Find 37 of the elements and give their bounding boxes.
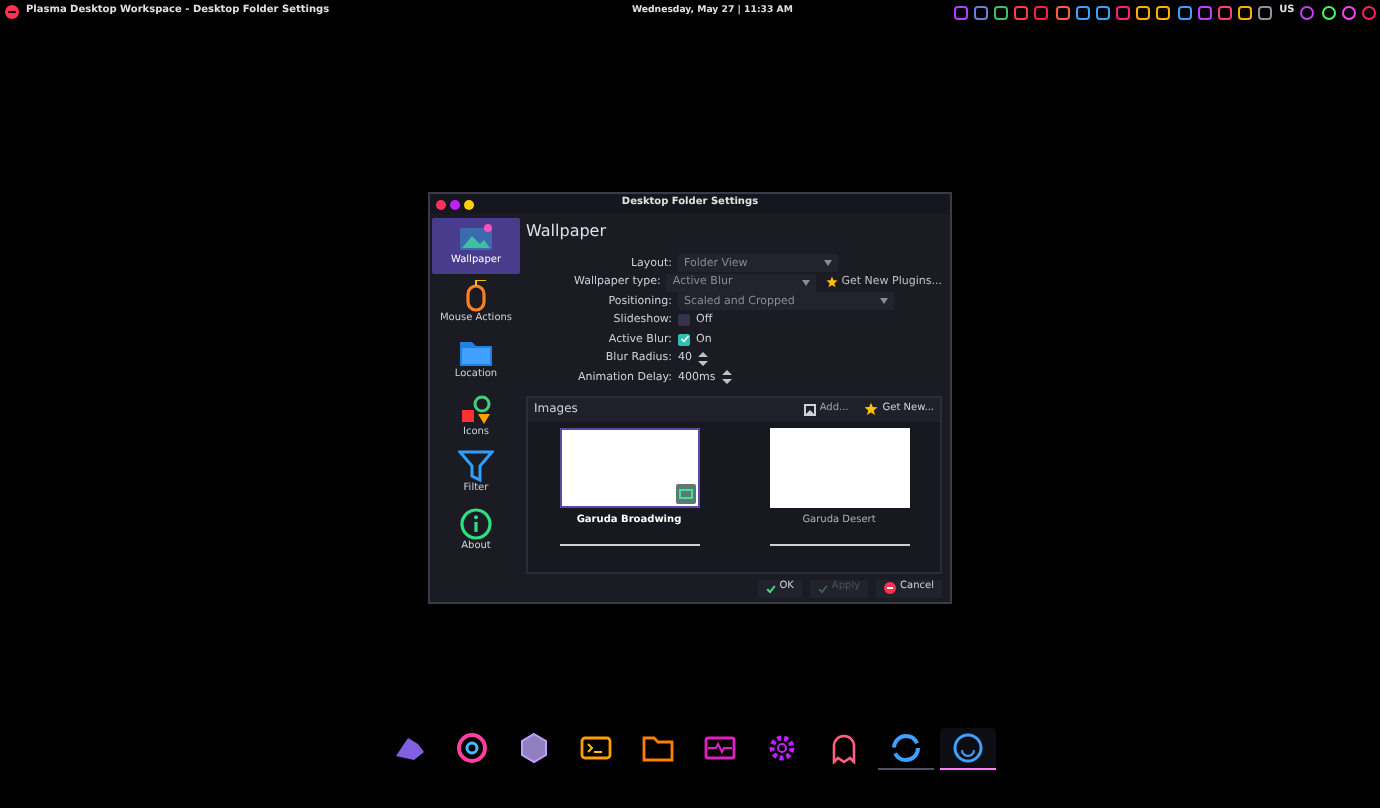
check-icon — [765, 583, 776, 593]
sync-icon — [890, 732, 922, 764]
dock-item[interactable] — [878, 728, 934, 772]
filter-icon — [458, 450, 494, 482]
checkbox[interactable] — [678, 333, 690, 346]
dock-item[interactable] — [940, 728, 996, 772]
minimize-button[interactable] — [464, 199, 474, 209]
cancel-icon — [884, 582, 897, 594]
shapes-icon — [458, 393, 494, 425]
star-icon — [864, 402, 879, 416]
hat-icon — [394, 732, 426, 764]
settings-icon — [766, 732, 798, 764]
star-icon — [825, 276, 838, 289]
ghost-icon — [828, 732, 860, 764]
terminal-icon — [580, 732, 612, 764]
checkbox[interactable] — [678, 314, 690, 327]
folder-icon — [458, 336, 494, 368]
close-button[interactable] — [436, 199, 446, 209]
browser-icon — [456, 732, 488, 764]
smile-icon — [952, 732, 984, 764]
info-icon — [458, 507, 494, 539]
folder-icon — [642, 732, 674, 764]
wallpaper-thumbnail[interactable] — [559, 427, 699, 507]
caret-icon — [824, 260, 832, 267]
caret-icon — [880, 298, 888, 305]
landscape-icon — [458, 222, 494, 254]
wallpaper-thumbnail[interactable] — [769, 427, 909, 507]
caret-icon — [801, 279, 810, 286]
spin-arrows-icon — [721, 370, 732, 385]
spin-arrows-icon — [698, 351, 708, 366]
picture-icon — [675, 483, 695, 503]
check-icon — [817, 583, 828, 593]
image-icon — [803, 403, 816, 415]
hexagon-icon — [518, 732, 550, 764]
section-heading: Wallpaper — [526, 220, 609, 244]
maximize-button[interactable] — [450, 199, 460, 209]
pulse-monitor-icon — [704, 732, 736, 764]
